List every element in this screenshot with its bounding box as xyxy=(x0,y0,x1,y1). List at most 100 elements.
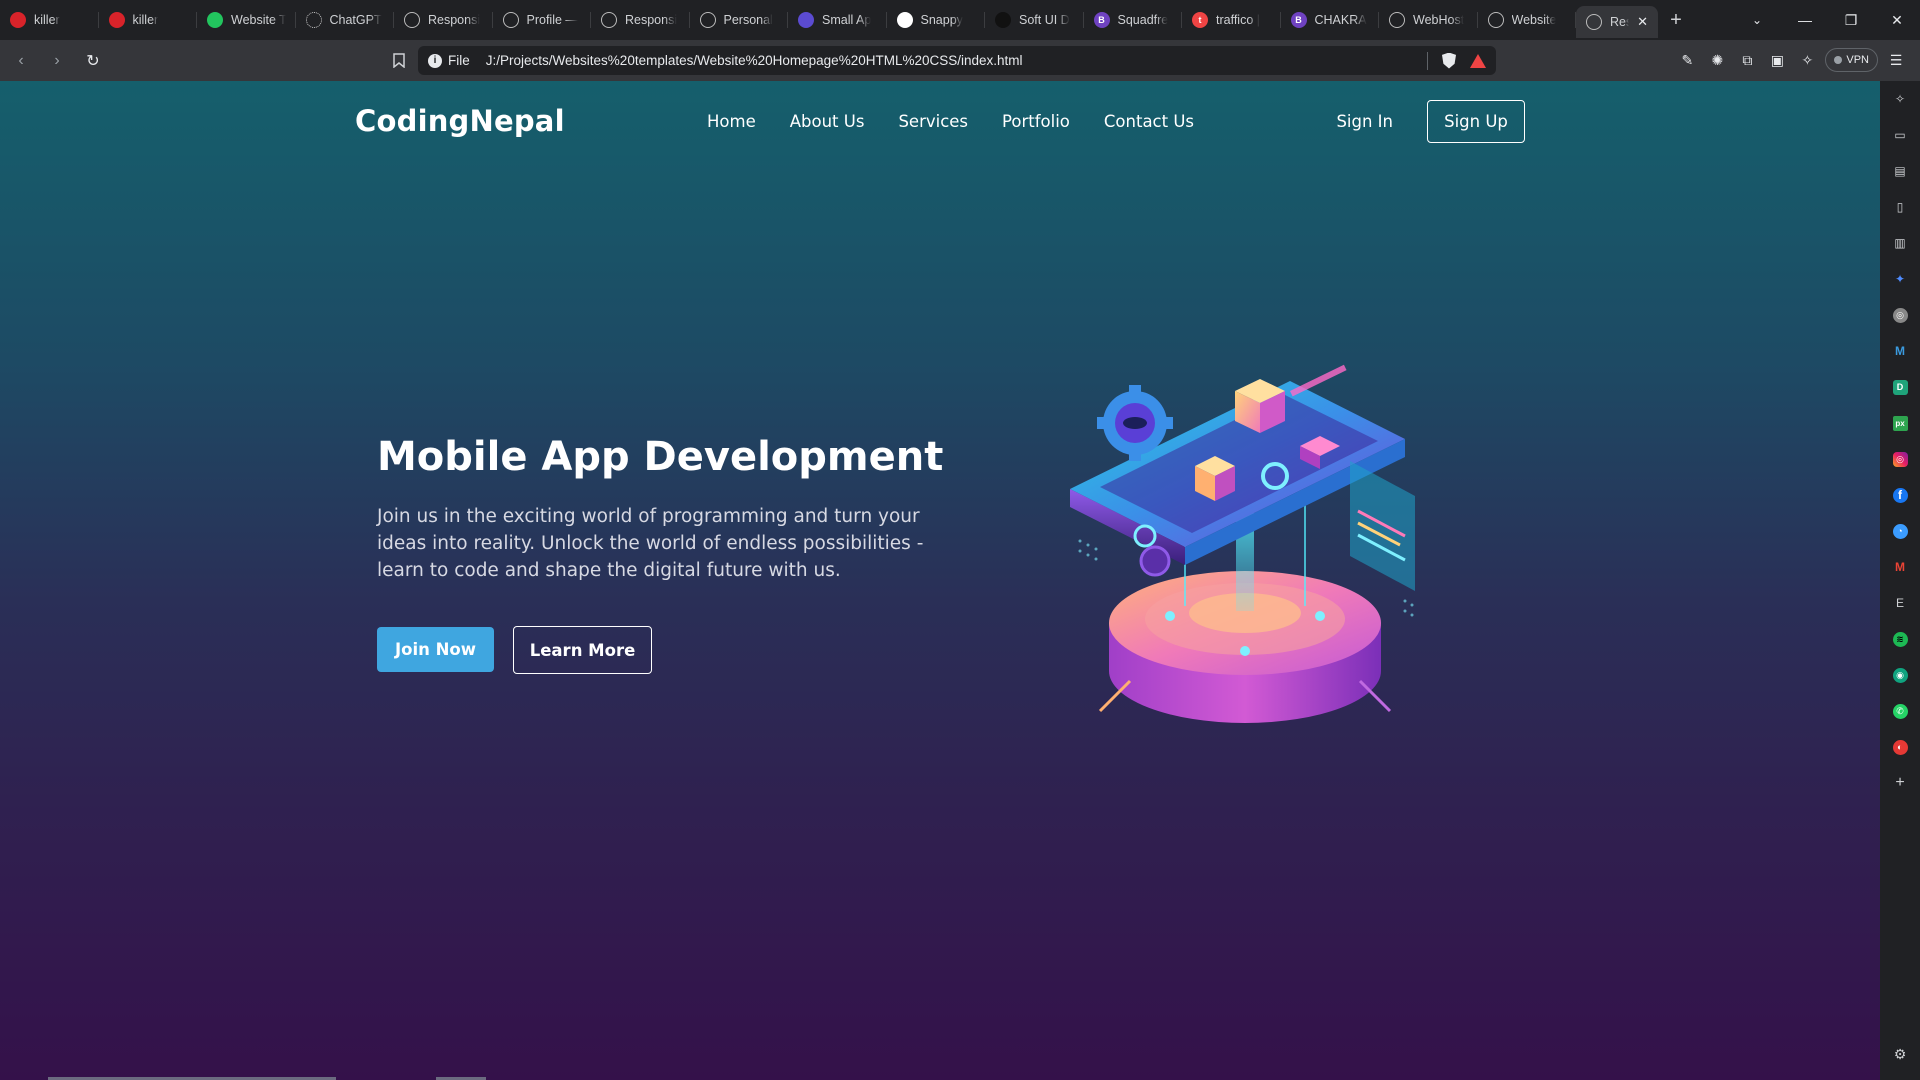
tab-label: killer xyxy=(132,13,159,27)
vpn-button[interactable]: VPN xyxy=(1825,48,1878,72)
browser-tab[interactable]: B CHAKRA xyxy=(1281,0,1380,40)
browser-tab[interactable]: Website xyxy=(1478,0,1577,40)
close-tab-icon[interactable]: ✕ xyxy=(1637,14,1648,30)
browser-tab[interactable]: t traffico | xyxy=(1182,0,1281,40)
sign-in-link[interactable]: Sign In xyxy=(1336,112,1393,131)
tab-label: traffico | xyxy=(1216,13,1261,27)
browser-tab[interactable]: Profile — xyxy=(493,0,592,40)
whatsapp-icon[interactable]: ✆ xyxy=(1880,693,1920,729)
browser-tab[interactable]: killer xyxy=(99,0,198,40)
sidebar-add-icon[interactable]: + xyxy=(1880,765,1920,801)
sidebar-chat-icon[interactable]: ◉ xyxy=(1880,657,1920,693)
browser-tab[interactable]: B Squadfre xyxy=(1084,0,1183,40)
tab-label: Profile — xyxy=(526,13,578,27)
tab-label: Personal xyxy=(723,13,773,27)
browser-tab[interactable]: Small Ap xyxy=(788,0,887,40)
brave-rewards-icon[interactable] xyxy=(1470,53,1486,68)
nav-about-us[interactable]: About Us xyxy=(790,112,865,131)
restore-icon[interactable]: ❐ xyxy=(1828,0,1874,40)
browser-sidebar: ✧ ▭ ▤ ▯ ▥ ✦ ◎ M D px ◎ f ◔ M E ≋ ◉ ✆ ◐ +… xyxy=(1880,81,1920,1080)
bookmark-icon[interactable] xyxy=(385,46,413,74)
nav-contact-us[interactable]: Contact Us xyxy=(1104,112,1194,131)
minimize-icon[interactable]: — xyxy=(1782,0,1828,40)
learn-more-button[interactable]: Learn More xyxy=(513,626,652,674)
back-arrow-icon[interactable]: ‹ xyxy=(6,46,36,76)
browser-tab[interactable]: WebHost xyxy=(1379,0,1478,40)
browser-tab[interactable]: Personal xyxy=(690,0,789,40)
sign-up-button[interactable]: Sign Up xyxy=(1427,99,1525,143)
tab-search-chevron-icon[interactable]: ⌄ xyxy=(1734,0,1780,40)
sidebar-red-icon[interactable]: ◐ xyxy=(1880,729,1920,765)
gmail-icon[interactable]: M xyxy=(1880,549,1920,585)
globe-icon xyxy=(601,12,617,28)
messenger-icon[interactable]: ◔ xyxy=(1880,513,1920,549)
browser-tab[interactable]: Soft UI D xyxy=(985,0,1084,40)
browser-tab[interactable]: ChatGPT xyxy=(296,0,395,40)
join-now-button[interactable]: Join Now xyxy=(377,627,494,672)
tab-label: ChatGPT xyxy=(329,13,382,27)
purple-square-icon xyxy=(798,12,814,28)
browser-tab[interactable]: Snappy xyxy=(887,0,986,40)
tab-label: killer xyxy=(34,13,60,27)
new-tab-button[interactable]: + xyxy=(1658,0,1694,40)
sidebar-bookmarks-icon[interactable]: ▯ xyxy=(1880,189,1920,225)
sidebar-settings-icon[interactable]: ⚙ xyxy=(1880,1036,1920,1072)
extensions-puzzle-icon[interactable]: ⧉ xyxy=(1735,46,1759,74)
facebook-icon[interactable]: f xyxy=(1880,477,1920,513)
hero-section: Mobile App Development Join us in the ex… xyxy=(377,433,977,674)
sidebar-leo-icon[interactable]: ✧ xyxy=(1880,81,1920,117)
nav-services[interactable]: Services xyxy=(898,112,968,131)
pen-icon[interactable]: ✎ xyxy=(1675,46,1699,74)
address-bar[interactable]: i File J:/Projects/Websites%20templates/… xyxy=(418,46,1496,75)
hero-buttons: Join Now Learn More xyxy=(377,626,977,674)
browser-tab[interactable]: Website T xyxy=(197,0,296,40)
mobile-app-illustration xyxy=(1070,364,1415,723)
sidebar-screen-icon[interactable]: ▭ xyxy=(1880,117,1920,153)
close-window-icon[interactable]: ✕ xyxy=(1874,0,1920,40)
tab-label: Small Ap xyxy=(822,13,872,27)
sidebar-px-icon[interactable]: px xyxy=(1880,405,1920,441)
menu-hamburger-icon[interactable]: ☰ xyxy=(1884,46,1908,74)
sidebar-ai-icon[interactable]: ◎ xyxy=(1880,297,1920,333)
tab-label: Snappy xyxy=(920,13,963,27)
sidebar-green-icon[interactable]: D xyxy=(1880,369,1920,405)
site-logo[interactable]: CodingNepal xyxy=(355,104,565,138)
sidebar-gemini-icon[interactable]: ✦ xyxy=(1880,261,1920,297)
globe-icon xyxy=(1586,14,1602,30)
browser-tab[interactable]: Responsi xyxy=(591,0,690,40)
sidebar-m-icon[interactable]: M xyxy=(1880,333,1920,369)
url-text[interactable]: J:/Projects/Websites%20templates/Website… xyxy=(486,53,1023,68)
brave-shield-icon[interactable] xyxy=(1442,52,1456,69)
vpn-label: VPN xyxy=(1846,54,1869,66)
softui-icon xyxy=(995,12,1011,28)
instagram-icon[interactable]: ◎ xyxy=(1880,441,1920,477)
active-tab[interactable]: Resp ✕ xyxy=(1576,6,1658,38)
vpn-status-dot xyxy=(1834,56,1843,64)
globe-icon xyxy=(1389,12,1405,28)
sidebar-e-icon[interactable]: E xyxy=(1880,585,1920,621)
chatgpt-icon xyxy=(305,12,322,28)
wallet-icon[interactable]: ▣ xyxy=(1765,46,1789,74)
globe-icon xyxy=(1487,12,1504,28)
browser-tab[interactable]: killer xyxy=(0,0,99,40)
auth-buttons: Sign In Sign Up xyxy=(1336,99,1525,143)
nav-home[interactable]: Home xyxy=(707,112,756,131)
scheme-label: File xyxy=(448,53,470,68)
sidebar-reading-list-icon[interactable]: ▥ xyxy=(1880,225,1920,261)
globe-icon xyxy=(699,12,716,28)
reload-icon[interactable]: ↻ xyxy=(78,46,108,76)
spotify-icon[interactable]: ≋ xyxy=(1880,621,1920,657)
forward-arrow-icon[interactable]: › xyxy=(42,46,72,76)
browser-tab[interactable]: Responsi xyxy=(394,0,493,40)
chatgpt-extension-icon[interactable]: ✺ xyxy=(1705,46,1729,74)
opera-icon xyxy=(108,12,125,28)
page-viewport: CodingNepal Home About Us Services Portf… xyxy=(0,81,1880,1080)
omnibox-actions xyxy=(1427,51,1486,70)
nav-portfolio[interactable]: Portfolio xyxy=(1002,112,1070,131)
info-icon[interactable]: i xyxy=(428,53,442,68)
sidebar-wallet-icon[interactable]: ▤ xyxy=(1880,153,1920,189)
tab-label: CHAKRA xyxy=(1314,13,1367,27)
leo-ai-icon[interactable]: ✧ xyxy=(1795,46,1819,74)
t-icon: t xyxy=(1192,12,1208,28)
globe-icon xyxy=(502,12,519,28)
